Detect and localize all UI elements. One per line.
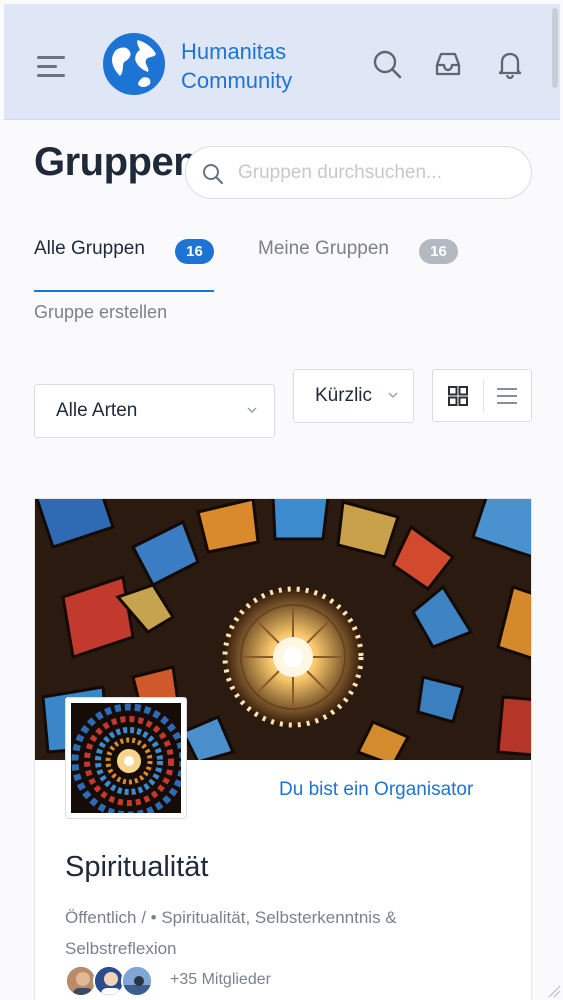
bell-icon[interactable] bbox=[494, 48, 526, 80]
search-icon[interactable] bbox=[371, 48, 403, 80]
top-header: Humanitas Community bbox=[4, 4, 560, 120]
chevron-down-icon bbox=[388, 392, 398, 399]
menu-icon[interactable] bbox=[37, 52, 71, 82]
globe-logo-icon[interactable] bbox=[102, 32, 166, 96]
tab-all-groups[interactable]: Alle Gruppen bbox=[34, 238, 145, 260]
group-meta: Öffentlich / • Spiritualität, Selbsterke… bbox=[65, 908, 397, 958]
search-input[interactable] bbox=[238, 159, 518, 187]
group-title[interactable]: Spiritualität bbox=[65, 851, 208, 884]
search-icon bbox=[203, 164, 224, 185]
organizer-status[interactable]: Du bist ein Organisator bbox=[279, 779, 473, 801]
brand-line2: Community bbox=[181, 68, 293, 93]
group-card[interactable]: Du bist ein Organisator Spiritualität Öf… bbox=[34, 498, 532, 1000]
tab-all-groups-count: 16 bbox=[175, 239, 214, 264]
view-toggle bbox=[432, 369, 532, 422]
inbox-icon[interactable] bbox=[432, 48, 464, 80]
resize-handle-icon[interactable] bbox=[547, 984, 561, 998]
tab-my-groups-count: 16 bbox=[419, 239, 458, 264]
member-avatars[interactable] bbox=[65, 965, 165, 997]
type-filter-select[interactable]: Alle Arten bbox=[34, 384, 275, 438]
chevron-down-icon bbox=[247, 407, 257, 414]
scrollbar[interactable] bbox=[552, 8, 558, 88]
list-view-icon[interactable] bbox=[495, 384, 519, 408]
active-tab-indicator bbox=[34, 290, 214, 292]
group-avatar-image bbox=[71, 703, 181, 813]
search-box[interactable] bbox=[185, 146, 532, 199]
member-count: +35 Mitglieder bbox=[170, 971, 271, 988]
type-filter-value: Alle Arten bbox=[56, 400, 138, 421]
grid-view-icon[interactable] bbox=[446, 384, 470, 408]
brand-name[interactable]: Humanitas Community bbox=[181, 37, 292, 95]
toggle-divider bbox=[483, 379, 484, 413]
tab-my-groups[interactable]: Meine Gruppen bbox=[258, 238, 389, 260]
order-filter-select[interactable]: Kürzlic bbox=[293, 369, 414, 423]
page-title: Gruppen bbox=[34, 140, 198, 184]
group-avatar[interactable] bbox=[65, 697, 187, 819]
brand-line1: Humanitas bbox=[181, 39, 287, 64]
create-group-link[interactable]: Gruppe erstellen bbox=[34, 302, 167, 323]
order-filter-value: Kürzlic bbox=[315, 385, 373, 406]
avatar bbox=[121, 965, 153, 997]
